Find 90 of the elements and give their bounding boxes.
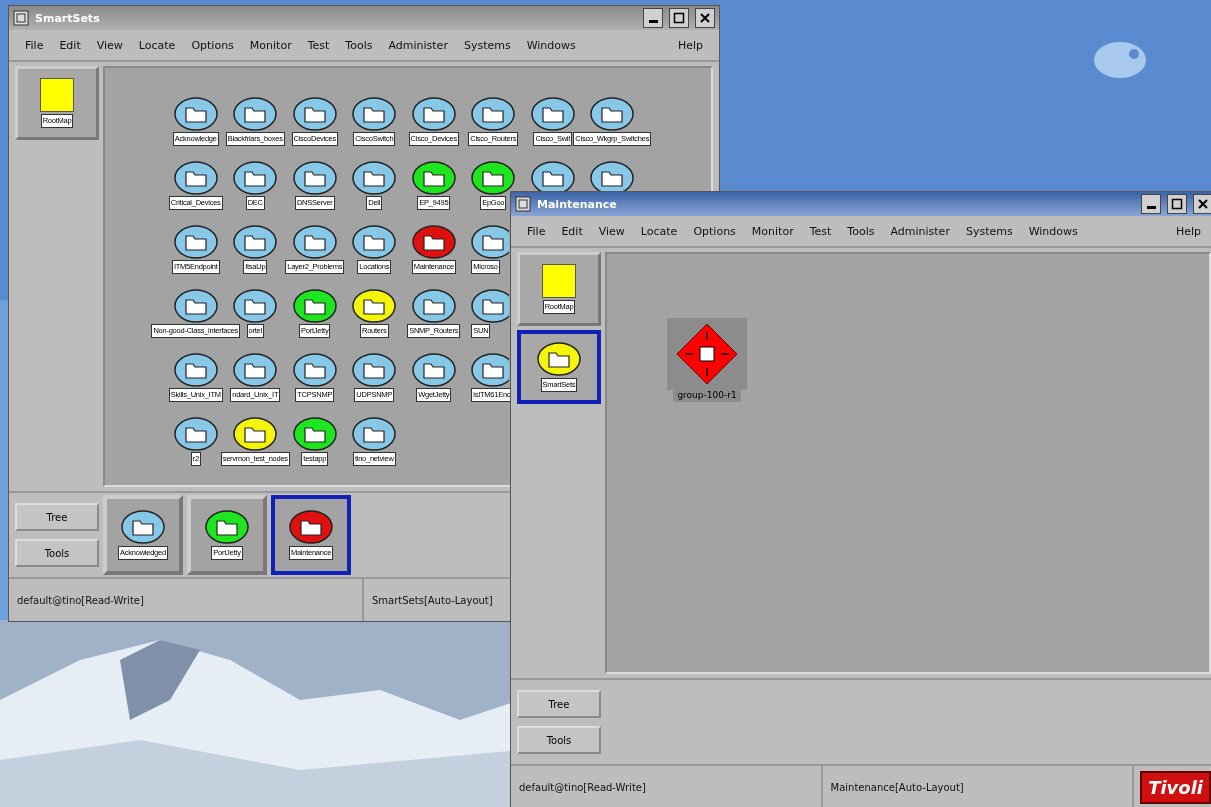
folder-icon[interactable] [173,417,218,451]
close-button[interactable] [695,8,715,28]
folder-icon[interactable] [411,161,456,195]
menu-item[interactable]: Options [685,224,744,238]
folder-icon[interactable] [352,97,397,131]
minimize-icon [648,20,658,23]
folder-icon[interactable] [411,225,456,259]
folder-icon[interactable] [471,97,516,131]
folder-icon[interactable] [471,161,516,195]
menu-item[interactable]: File [519,224,554,238]
menu-item[interactable]: Help [669,38,711,52]
app-icon [515,196,531,212]
status-text: Maintenance[Auto-Layout] [822,766,1135,807]
minimize-icon [1146,206,1156,209]
logo [1094,42,1146,78]
folder-icon[interactable] [233,97,278,131]
folder-icon[interactable] [173,289,218,323]
folder-icon[interactable] [292,97,337,131]
status-text: default@tino[Read-Write] [9,579,364,621]
menu-item[interactable]: Windows [518,38,584,52]
folder-icon[interactable] [292,417,337,451]
menu-item[interactable]: Locate [632,224,686,238]
minimize-button[interactable] [1141,194,1161,214]
folder-icon[interactable] [292,353,337,387]
folder-icon[interactable] [352,289,397,323]
view-button[interactable]: Tools [517,726,601,754]
folder-icon[interactable] [289,510,333,544]
folder-icon[interactable] [233,417,278,451]
node-label: group-100-r1 [673,390,741,402]
menu-item[interactable]: Edit [51,38,89,52]
menu-item[interactable]: Administer [882,224,958,238]
view-button[interactable]: Tools [15,539,99,567]
folder-icon[interactable] [590,97,635,131]
folder-icon[interactable] [411,353,456,387]
folder-icon[interactable] [411,97,456,131]
view-button[interactable]: Tree [15,503,99,531]
menu-item[interactable]: Help [1167,224,1209,238]
menu-item[interactable]: Administer [380,38,456,52]
folder-icon[interactable] [173,353,218,387]
menu-item[interactable]: Monitor [241,38,300,52]
folder-icon[interactable] [537,342,581,376]
app-icon [13,10,29,26]
folder-icon[interactable] [173,161,218,195]
folder-icon[interactable] [530,97,575,131]
folder-icon[interactable] [205,510,249,544]
square-icon[interactable] [40,78,74,112]
minimize-button[interactable] [643,8,663,28]
menu-item[interactable]: Systems [957,224,1021,238]
menu-item[interactable]: Edit [553,224,591,238]
menu-item[interactable]: Locate [130,38,184,52]
folder-icon[interactable] [292,161,337,195]
folder-icon[interactable] [352,161,397,195]
menu-item[interactable]: View [88,38,131,52]
menu-item[interactable]: Systems [455,38,519,52]
maximize-button[interactable] [669,8,689,28]
close-button[interactable] [1193,194,1211,214]
maximize-icon [673,12,685,24]
folder-icon[interactable] [233,353,278,387]
folder-icon[interactable] [233,225,278,259]
menu-item[interactable]: Test [801,224,840,238]
menu-item[interactable]: View [590,224,633,238]
status-text: default@tino[Read-Write] [511,766,823,807]
window-title: SmartSets [35,11,100,25]
view-button[interactable]: Tree [517,690,601,718]
brand-logo: Tivoli [1140,770,1211,804]
maximize-icon [1171,198,1183,210]
folder-icon[interactable] [233,161,278,195]
folder-icon[interactable] [411,289,456,323]
folder-icon[interactable] [352,353,397,387]
menu-item[interactable]: File [17,38,52,52]
menu-item[interactable]: Options [183,38,242,52]
folder-icon[interactable] [121,510,165,544]
square-icon[interactable] [542,264,576,298]
folder-icon[interactable] [173,225,218,259]
menu-item[interactable]: Tools [337,38,381,52]
folder-icon[interactable] [173,97,218,131]
node-icon[interactable] [675,322,739,386]
maximize-button[interactable] [1167,194,1187,214]
folder-icon[interactable] [292,289,337,323]
close-icon [699,12,711,24]
close-icon [1197,198,1209,210]
menu-item[interactable]: Monitor [743,224,802,238]
folder-icon[interactable] [233,289,278,323]
menu-item[interactable]: Tools [839,224,883,238]
menu-item[interactable]: Windows [1020,224,1086,238]
folder-icon[interactable] [352,417,397,451]
folder-icon[interactable] [352,225,397,259]
window-title: Maintenance [537,197,617,211]
menu-item[interactable]: Test [299,38,338,52]
folder-icon[interactable] [292,225,337,259]
